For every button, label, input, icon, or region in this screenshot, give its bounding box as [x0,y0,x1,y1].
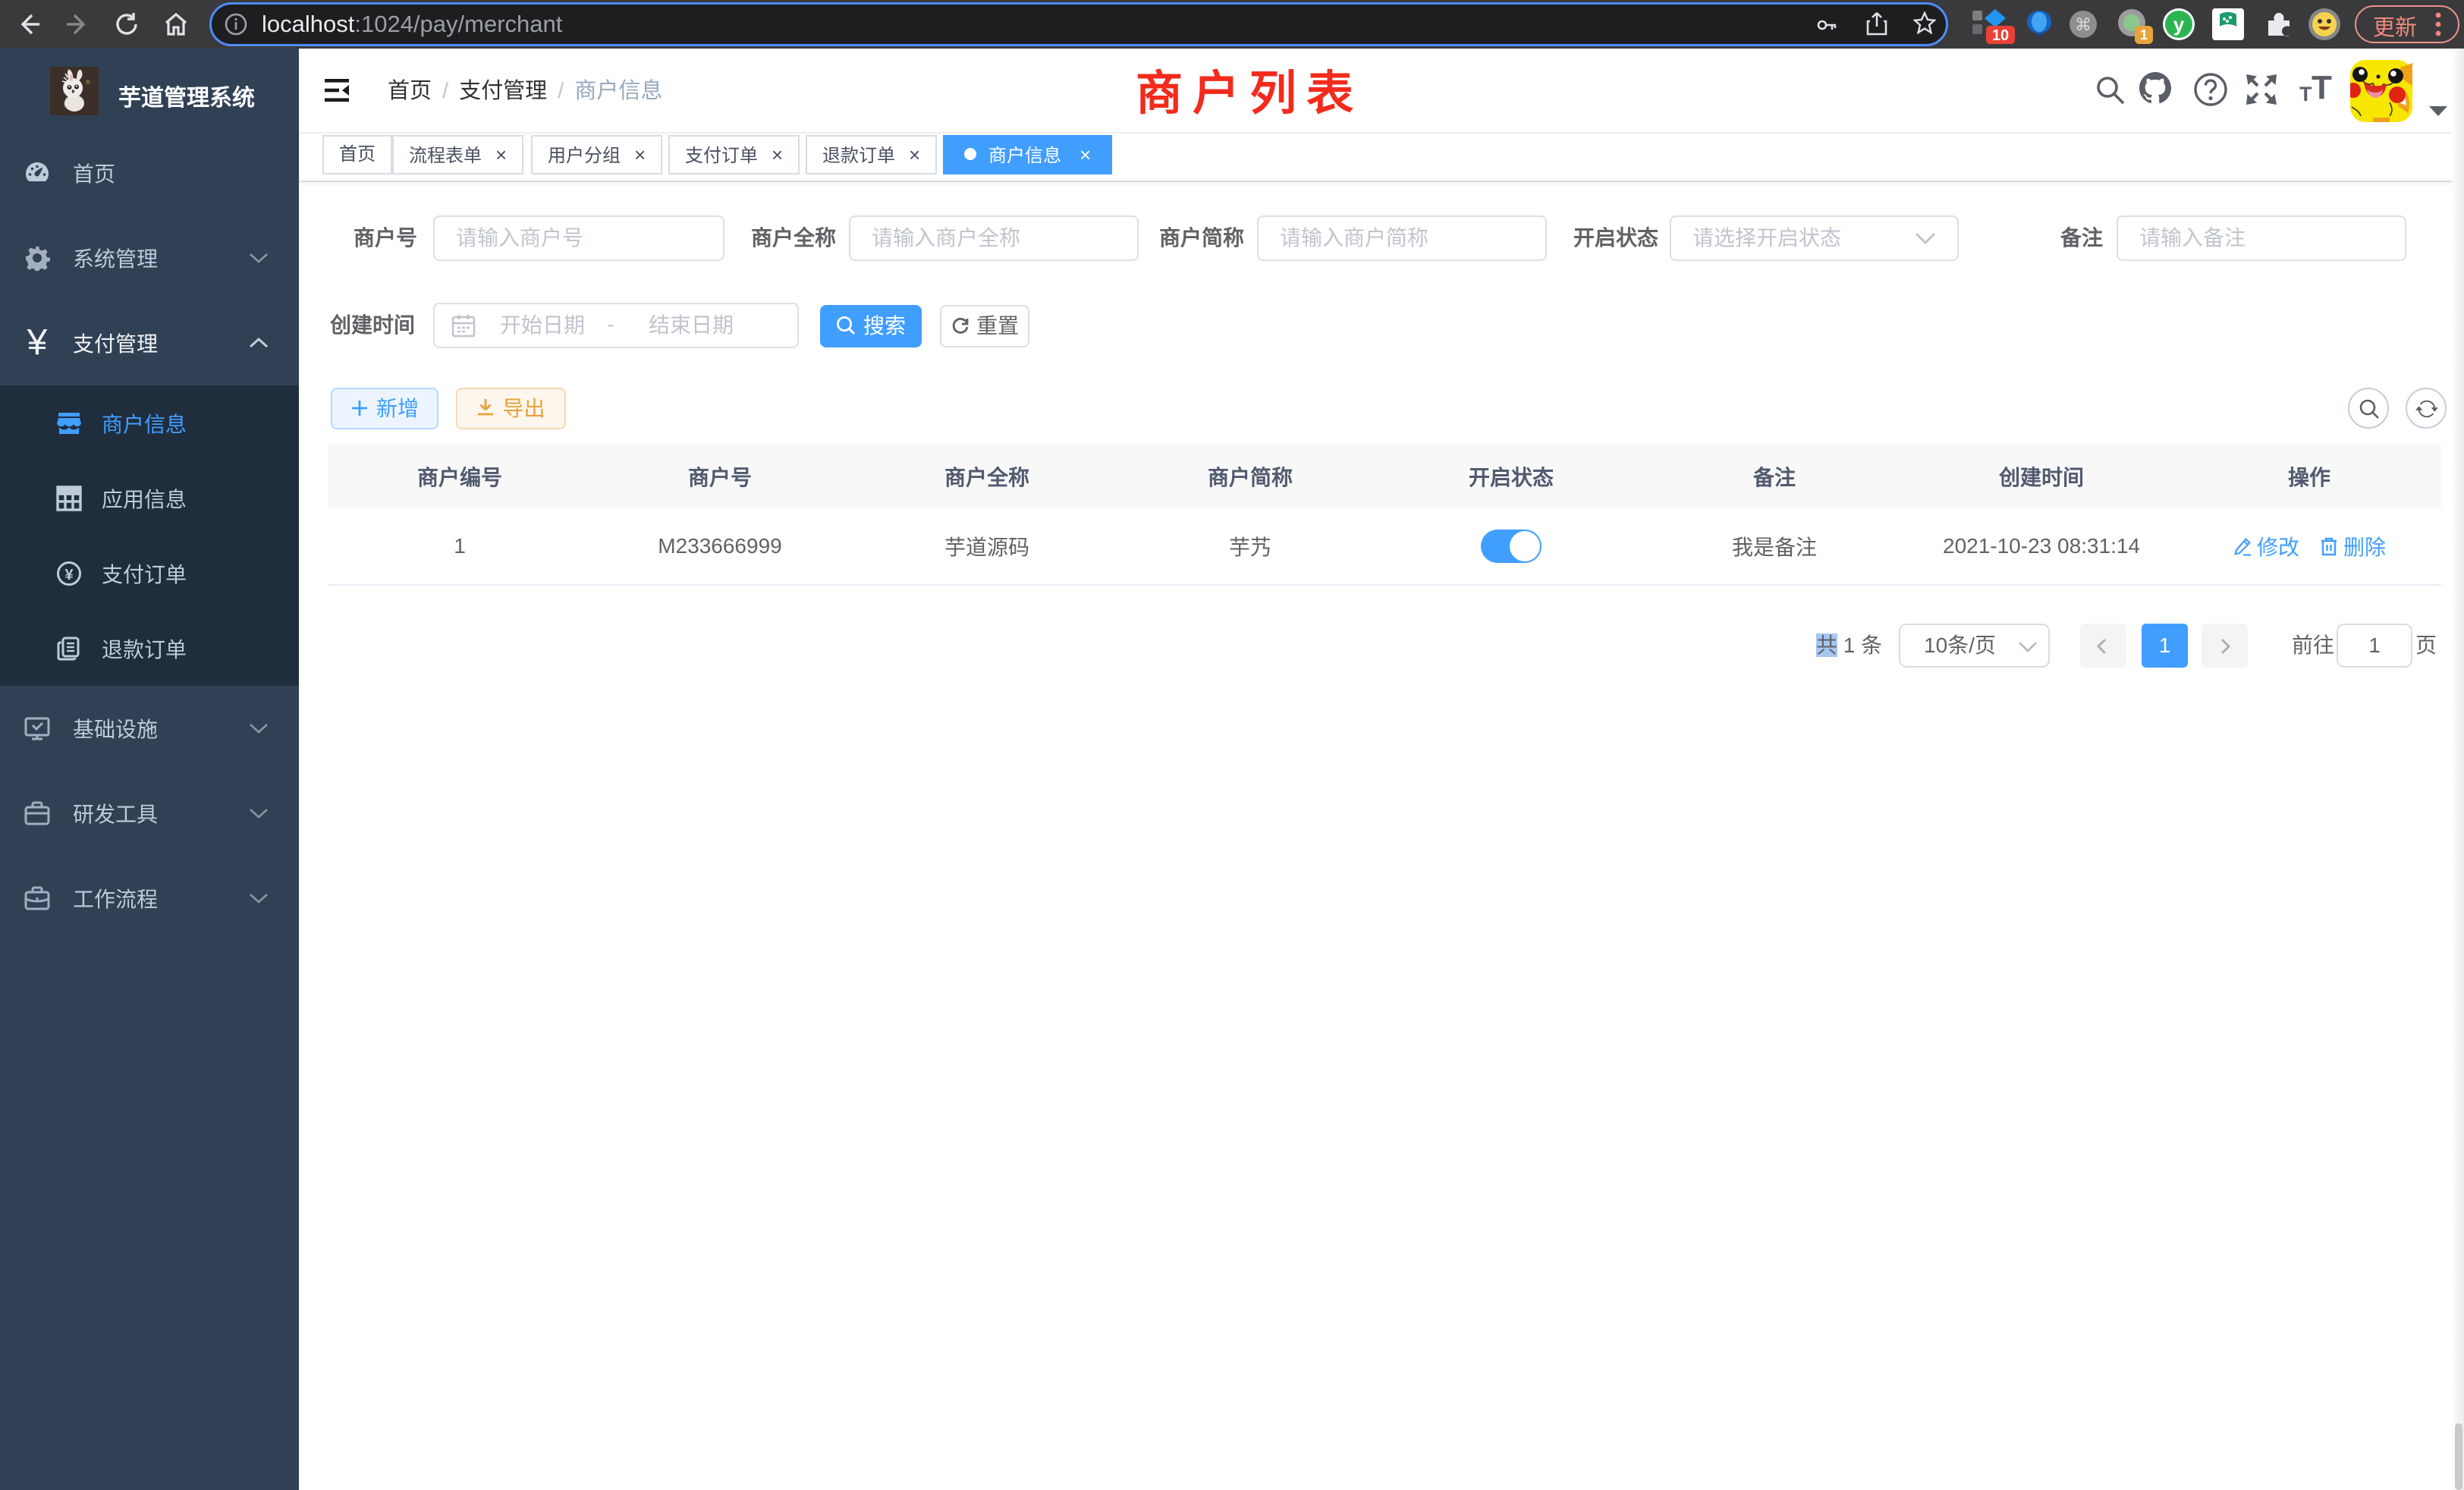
svg-text:¥: ¥ [64,567,74,583]
svg-text:1: 1 [2140,27,2148,42]
svg-text:y: y [2173,13,2185,36]
svg-text:⌘: ⌘ [2075,15,2092,34]
svg-text:10: 10 [1992,27,2009,44]
